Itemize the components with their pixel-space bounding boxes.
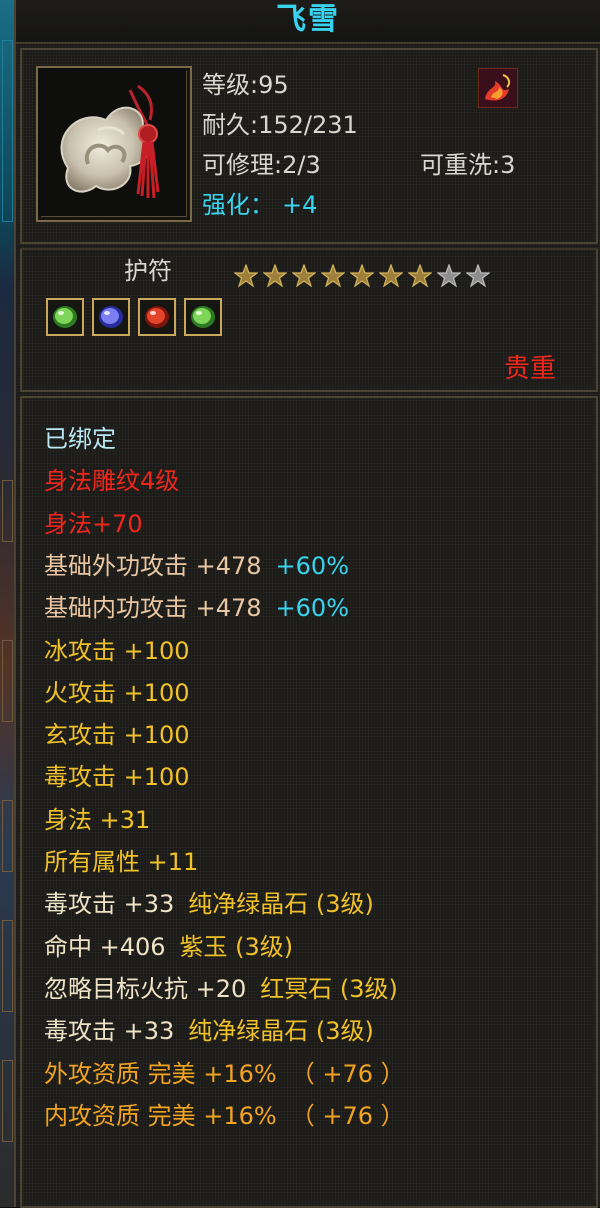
rewash-label: 可重洗 — [420, 151, 492, 179]
green-gem-icon[interactable] — [46, 298, 84, 336]
repairable-value: 2/3 — [282, 151, 321, 179]
attribute-text: 基础内功攻击 +478 — [44, 594, 262, 623]
attribute-extra: 紫玉 (3级) — [179, 932, 294, 961]
attribute-text: 基础外功攻击 +478 — [44, 551, 262, 580]
edge-block — [2, 480, 13, 542]
edge-block — [2, 40, 13, 222]
attribute-line: 身法+70 — [44, 509, 143, 539]
attribute-text: 身法+70 — [44, 509, 143, 538]
item-icon-frame[interactable] — [36, 66, 192, 222]
attribute-text: 毒攻击 +33 — [44, 1017, 175, 1046]
edge-block — [2, 640, 13, 722]
repairable-stat: 可修理:2/3 — [202, 151, 321, 179]
level-value: 95 — [258, 71, 289, 99]
attribute-extra: +60% — [275, 551, 349, 580]
level-label: 等级 — [202, 71, 250, 99]
star-filled-icon — [379, 264, 403, 288]
star-filled-icon — [263, 264, 287, 288]
enhance-value: +4 — [282, 191, 318, 219]
attribute-text: 火攻击 +100 — [44, 678, 190, 707]
star-filled-icon — [292, 264, 316, 288]
star-filled-icon — [321, 264, 345, 288]
star-empty-icon — [466, 264, 490, 288]
attribute-text: 身法雕纹4级 — [44, 467, 180, 496]
durability-label: 耐久 — [202, 111, 250, 139]
edge-block — [2, 920, 13, 1012]
attribute-line: 所有属性 +11 — [44, 847, 198, 877]
edge-block — [2, 800, 13, 872]
attribute-line: 忽略目标火抗 +20 红冥石 (3级) — [44, 974, 398, 1004]
red-gem-icon[interactable] — [138, 298, 176, 336]
rarity-label: 贵重 — [504, 354, 557, 384]
edge-block — [2, 1060, 13, 1142]
star-filled-icon — [350, 264, 374, 288]
attribute-extra: 纯净绿晶石 (3级) — [188, 1017, 374, 1046]
attribute-line: 毒攻击 +100 — [44, 762, 190, 792]
jade-pendant-icon — [38, 68, 186, 216]
item-summary-section: 等级:95 耐久:152/231 可修理:2/3 可重洗:3 强化： +4 — [20, 48, 598, 244]
attribute-line: 火攻击 +100 — [44, 678, 190, 708]
durability-stat: 耐久:152/231 — [202, 111, 358, 139]
durability-value: 152/231 — [258, 111, 358, 139]
attribute-extra: +60% — [275, 594, 349, 623]
attribute-text: 已绑定 — [44, 425, 116, 453]
repairable-label: 可修理 — [202, 151, 274, 179]
star-filled-icon — [234, 264, 258, 288]
star-rating — [234, 264, 495, 288]
attribute-line: 身法雕纹4级 — [44, 466, 179, 496]
attribute-text: 忽略目标火抗 +20 — [44, 974, 247, 1003]
attribute-text: 冰攻击 +100 — [44, 636, 190, 665]
item-type: 护符 — [124, 257, 172, 285]
level-stat: 等级:95 — [202, 71, 289, 99]
attribute-text: 毒攻击 +33 — [44, 890, 175, 919]
attribute-text: 内攻资质 完美 +16% — [44, 1101, 277, 1130]
attribute-line: 基础外功攻击 +478 +60% — [44, 551, 349, 581]
attribute-text: 所有属性 +11 — [44, 848, 199, 876]
enhance-stat: 强化： +4 — [202, 190, 317, 220]
attribute-line: 身法 +31 — [44, 805, 150, 835]
attribute-text: 命中 +406 — [44, 932, 166, 961]
star-empty-icon — [437, 264, 461, 288]
attribute-line: 基础内功攻击 +478 +60% — [44, 593, 349, 623]
rewash-stat: 可重洗:3 — [420, 151, 516, 179]
attribute-extra: （ +76 ） — [290, 1059, 405, 1088]
blue-gem-icon[interactable] — [92, 298, 130, 336]
attribute-extra: 红冥石 (3级) — [260, 974, 398, 1003]
rewash-value: 3 — [500, 151, 516, 179]
game-world-edge — [0, 0, 16, 1207]
item-tooltip-panel: 飞雪 等级:95 耐久:152/231 可修理:2/3 可重洗:3 强化： +4… — [16, 0, 600, 1208]
item-grade-section: 护符 贵重 — [20, 248, 598, 392]
enhance-label: 强化： — [202, 191, 274, 219]
attribute-text: 毒攻击 +100 — [44, 763, 190, 792]
gem-sockets — [46, 298, 230, 336]
attribute-line: 玄攻击 +100 — [44, 720, 190, 750]
tooltip-title-bar: 飞雪 — [16, 0, 600, 44]
green-gem-icon[interactable] — [184, 298, 222, 336]
attribute-text: 外攻资质 完美 +16% — [44, 1059, 277, 1088]
attribute-line: 毒攻击 +33 纯净绿晶石 (3级) — [44, 1016, 374, 1046]
attribute-list-section: 已绑定 身法雕纹4级 身法+70 基础外功攻击 +478 +60% 基础内功攻击 +478… — [20, 396, 598, 1208]
attribute-line: 毒攻击 +33 纯净绿晶石 (3级) — [44, 889, 374, 919]
item-name: 飞雪 — [276, 2, 340, 37]
attribute-extra: 纯净绿晶石 (3级) — [188, 890, 374, 919]
attribute-text: 玄攻击 +100 — [44, 721, 190, 750]
attribute-line: 冰攻击 +100 — [44, 636, 190, 666]
flame-phoenix-badge-icon — [478, 68, 518, 108]
attribute-extra: （ +76 ） — [290, 1101, 405, 1130]
attribute-line: 已绑定 — [44, 424, 116, 454]
attribute-line: 命中 +406 紫玉 (3级) — [44, 932, 293, 962]
attribute-line: 外攻资质 完美 +16% （ +76 ） — [44, 1059, 405, 1089]
star-filled-icon — [408, 264, 432, 288]
attribute-text: 身法 +31 — [44, 805, 151, 834]
attribute-line: 内攻资质 完美 +16% （ +76 ） — [44, 1101, 405, 1131]
